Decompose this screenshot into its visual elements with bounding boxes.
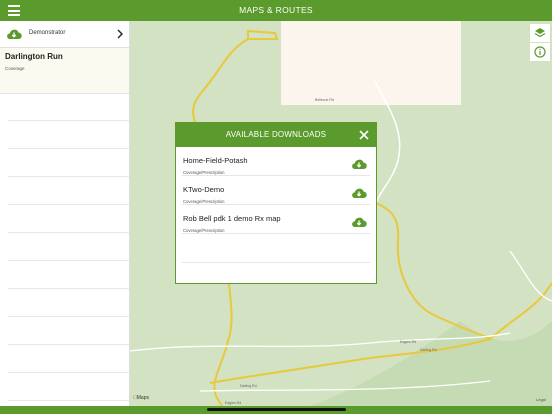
map-road-label: Darling Rd — [240, 384, 257, 388]
download-item-name: KTwo-Demo — [183, 185, 225, 194]
list-row — [8, 93, 129, 121]
field-type: Coverage — [5, 66, 25, 71]
download-item-name: Rob Bell pdk 1 demo Rx map — [183, 214, 281, 223]
cloud-download-icon[interactable] — [6, 28, 22, 40]
info-button[interactable] — [530, 43, 550, 61]
cloud-download-icon[interactable] — [351, 187, 367, 199]
download-item-type: Coverage/Prescription — [183, 228, 225, 233]
dialog-header: AVAILABLE DOWNLOADS — [176, 123, 376, 147]
home-indicator[interactable] — [207, 408, 346, 411]
cloud-download-icon[interactable] — [351, 216, 367, 228]
list-row — [8, 149, 129, 177]
empty-download-row — [182, 234, 370, 263]
list-row — [8, 261, 129, 289]
sidebar: Demonstrator Darlington Run Coverage — [0, 21, 130, 406]
download-item[interactable]: Rob Bell pdk 1 demo Rx map Coverage/Pres… — [182, 205, 370, 234]
list-row — [8, 317, 129, 345]
field-list-item-selected[interactable]: Darlington Run Coverage — [0, 48, 129, 94]
top-bar: MAPS & ROUTES — [0, 0, 552, 21]
map-road-label: Eagles Rd — [225, 401, 241, 405]
download-item-type: Coverage/Prescription — [183, 199, 225, 204]
map-road-label: Darling Rd — [420, 348, 437, 352]
download-item-type: Coverage/Prescription — [183, 170, 225, 175]
account-label: Demonstrator — [29, 30, 66, 36]
info-icon — [534, 46, 546, 58]
account-row[interactable]: Demonstrator — [0, 21, 129, 48]
map-road-label: Bellevue Rd — [315, 98, 334, 102]
download-item[interactable]: KTwo-Demo Coverage/Prescription — [182, 176, 370, 205]
list-row — [8, 205, 129, 233]
list-row — [8, 233, 129, 261]
download-item-name: Home-Field-Potash — [183, 156, 248, 165]
list-row — [8, 373, 129, 401]
map-road-label: Eagles Rd — [400, 340, 416, 344]
maps-attribution: Maps — [133, 395, 149, 401]
layers-icon — [534, 28, 546, 38]
legal-link[interactable]: Legal — [536, 397, 546, 402]
list-row — [8, 289, 129, 317]
dialog-title: AVAILABLE DOWNLOADS — [225, 130, 327, 139]
available-downloads-dialog: AVAILABLE DOWNLOADS Home-Field-Potash Co… — [175, 122, 377, 284]
empty-list-rows — [8, 93, 129, 401]
list-row — [8, 121, 129, 149]
layers-button[interactable] — [530, 24, 550, 42]
chevron-right-icon[interactable] — [117, 29, 123, 39]
page-title: MAPS & ROUTES — [239, 5, 313, 15]
close-icon[interactable] — [359, 130, 369, 140]
list-row — [8, 177, 129, 205]
field-name: Darlington Run — [5, 52, 63, 61]
list-row — [8, 345, 129, 373]
cloud-download-icon[interactable] — [351, 158, 367, 170]
download-item[interactable]: Home-Field-Potash Coverage/Prescription — [182, 147, 370, 176]
